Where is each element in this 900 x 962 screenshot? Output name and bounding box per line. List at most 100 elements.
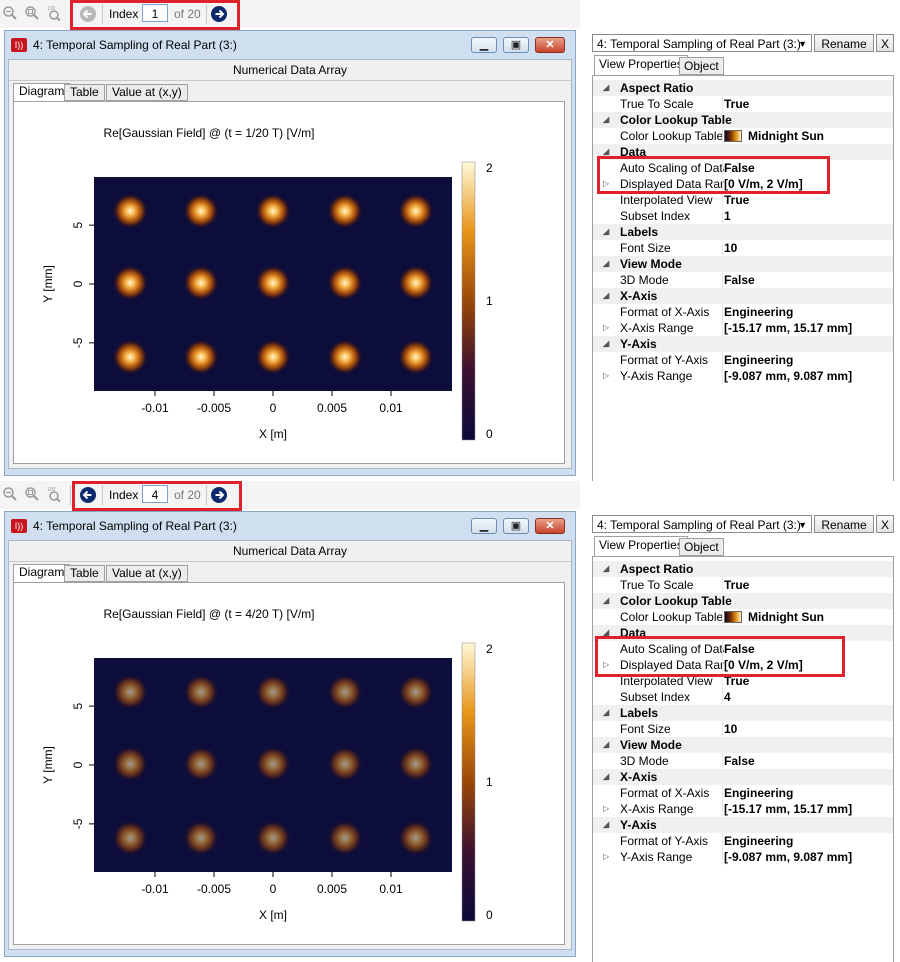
zoom-out-icon[interactable] [2,486,18,502]
field-plot[interactable]: Re[Gaussian Field] @ (t = 4/20 T) [V/m] … [14,583,566,947]
collapse-triangle-icon[interactable]: ◢ [603,80,609,96]
tab-table[interactable]: Table [64,84,105,101]
zoom-fit-icon[interactable] [24,5,40,21]
zoom-100-icon[interactable]: 100 [46,486,62,502]
field-plot[interactable]: Re[Gaussian Field] @ (t = 1/20 T) [V/m] … [14,102,566,466]
collapse-triangle-icon[interactable]: ◢ [603,593,609,609]
collapse-triangle-icon[interactable]: ◢ [603,256,609,272]
property-category[interactable]: ◢ Labels [593,705,893,721]
property-row[interactable]: Format of X-Axis Engineering [593,304,893,320]
property-row[interactable]: Subset Index 1 [593,208,893,224]
collapse-triangle-icon[interactable]: ◢ [603,336,609,352]
property-row[interactable]: ▷ Displayed Data Ran [0 V/m, 2 V/m] [593,657,893,673]
property-category[interactable]: ◢ Data [593,625,893,641]
tab-view-properties[interactable]: View Properties [594,55,688,76]
zoom-out-icon[interactable] [2,5,18,21]
collapse-triangle-icon[interactable]: ◢ [603,144,609,160]
property-row[interactable]: ▷ Y-Axis Range [-9.087 mm, 9.087 mm] [593,849,893,865]
gaussian-spot [183,673,220,710]
property-category[interactable]: ◢ Data [593,144,893,160]
tab-diagram[interactable]: Diagram [13,564,71,583]
colorbar-tick-label: 0 [486,908,493,922]
tab-table[interactable]: Table [64,565,105,582]
property-row[interactable]: True To Scale True [593,577,893,593]
property-category[interactable]: ◢ Aspect Ratio [593,80,893,96]
property-category[interactable]: ◢ Color Lookup Table [593,112,893,128]
maximize-button[interactable]: ▣ [503,518,529,534]
property-row[interactable]: Font Size 10 [593,240,893,256]
tab-value-at-xy[interactable]: Value at (x,y) [106,565,188,582]
minimize-button[interactable]: ▁ [471,518,497,534]
property-row[interactable]: Interpolated View True [593,192,893,208]
property-category[interactable]: ◢ View Mode [593,737,893,753]
rename-button[interactable]: Rename [814,34,874,52]
property-row[interactable]: Auto Scaling of Data False [593,641,893,657]
property-category[interactable]: ◢ Aspect Ratio [593,561,893,577]
property-category[interactable]: ◢ Color Lookup Table [593,593,893,609]
document-selector[interactable]: 4: Temporal Sampling of Real Part (3:) ▼ [592,515,812,533]
tab-object[interactable]: Object [679,538,724,556]
collapse-triangle-icon[interactable]: ◢ [603,112,609,128]
property-category[interactable]: ◢ Y-Axis [593,817,893,833]
expand-triangle-icon[interactable]: ▷ [603,176,609,192]
document-selector[interactable]: 4: Temporal Sampling of Real Part (3:) ▼ [592,34,812,52]
tab-view-properties[interactable]: View Properties [594,536,688,557]
expand-triangle-icon[interactable]: ▷ [603,801,609,817]
property-category[interactable]: ◢ X-Axis [593,288,893,304]
property-row[interactable]: ▷ X-Axis Range [-15.17 mm, 15.17 mm] [593,801,893,817]
property-category[interactable]: ◢ Labels [593,224,893,240]
tab-diagram[interactable]: Diagram [13,83,71,102]
close-window-button[interactable]: ✕ [535,518,565,534]
property-category[interactable]: ◢ Y-Axis [593,336,893,352]
window-titlebar[interactable]: I)) 4: Temporal Sampling of Real Part (3… [5,31,575,59]
expand-triangle-icon[interactable]: ▷ [603,320,609,336]
property-row[interactable]: Format of Y-Axis Engineering [593,833,893,849]
close-window-button[interactable]: ✕ [535,37,565,53]
property-row[interactable]: Interpolated View True [593,673,893,689]
index-input[interactable]: 4 [142,485,168,503]
property-row[interactable]: Color Lookup Table Midnight Sun [593,128,893,144]
next-index-button[interactable] [211,487,227,503]
collapse-triangle-icon[interactable]: ◢ [603,737,609,753]
prev-index-button[interactable] [80,6,96,22]
next-index-button[interactable] [211,6,227,22]
property-row[interactable]: ▷ Displayed Data Ran [0 V/m, 2 V/m] [593,176,893,192]
collapse-triangle-icon[interactable]: ◢ [603,561,609,577]
collapse-triangle-icon[interactable]: ◢ [603,769,609,785]
property-row[interactable]: Font Size 10 [593,721,893,737]
prev-index-button[interactable] [80,487,96,503]
property-row[interactable]: 3D Mode False [593,272,893,288]
property-row[interactable]: Format of Y-Axis Engineering [593,352,893,368]
property-row[interactable]: Auto Scaling of Data False [593,160,893,176]
maximize-button[interactable]: ▣ [503,37,529,53]
zoom-100-icon[interactable]: 100 [46,5,62,21]
gaussian-spot [112,264,149,301]
property-row[interactable]: Color Lookup Table Midnight Sun [593,609,893,625]
close-properties-button[interactable]: X [876,515,894,533]
zoom-fit-icon[interactable] [24,486,40,502]
tab-object[interactable]: Object [679,57,724,75]
property-row[interactable]: True To Scale True [593,96,893,112]
property-row[interactable]: ▷ X-Axis Range [-15.17 mm, 15.17 mm] [593,320,893,336]
minimize-button[interactable]: ▁ [471,37,497,53]
window-titlebar[interactable]: I)) 4: Temporal Sampling of Real Part (3… [5,512,575,540]
property-name: Color Lookup Table [620,610,724,624]
property-category[interactable]: ◢ X-Axis [593,769,893,785]
collapse-triangle-icon[interactable]: ◢ [603,817,609,833]
expand-triangle-icon[interactable]: ▷ [603,849,609,865]
property-row[interactable]: Subset Index 4 [593,689,893,705]
expand-triangle-icon[interactable]: ▷ [603,368,609,384]
collapse-triangle-icon[interactable]: ◢ [603,625,609,641]
collapse-triangle-icon[interactable]: ◢ [603,705,609,721]
property-row[interactable]: ▷ Y-Axis Range [-9.087 mm, 9.087 mm] [593,368,893,384]
tab-value-at-xy[interactable]: Value at (x,y) [106,84,188,101]
expand-triangle-icon[interactable]: ▷ [603,657,609,673]
close-properties-button[interactable]: X [876,34,894,52]
property-row[interactable]: Format of X-Axis Engineering [593,785,893,801]
rename-button[interactable]: Rename [814,515,874,533]
property-category[interactable]: ◢ View Mode [593,256,893,272]
property-row[interactable]: 3D Mode False [593,753,893,769]
collapse-triangle-icon[interactable]: ◢ [603,224,609,240]
collapse-triangle-icon[interactable]: ◢ [603,288,609,304]
index-input[interactable]: 1 [142,4,168,22]
